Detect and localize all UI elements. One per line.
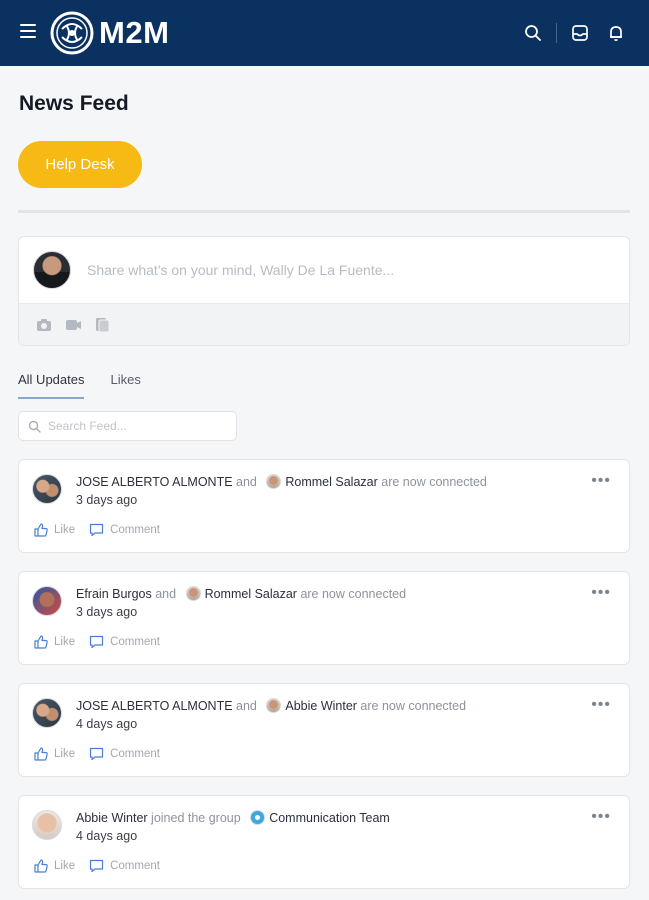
target-name[interactable]: Rommel Salazar (285, 475, 377, 489)
comment-icon (90, 859, 104, 873)
camera-icon[interactable] (35, 316, 53, 334)
comment-icon (90, 635, 104, 649)
activity-verb: are now connected (360, 699, 467, 713)
more-options-icon[interactable]: ••• (591, 472, 611, 490)
activity-conjunction: and (155, 587, 177, 601)
top-navigation-bar: M2M (0, 0, 649, 66)
like-label: Like (54, 636, 76, 648)
group-avatar (250, 810, 266, 825)
comment-label: Comment (110, 860, 160, 872)
comment-button[interactable]: Comment (89, 859, 160, 873)
like-button[interactable]: Like (34, 523, 75, 537)
comment-button[interactable]: Comment (89, 523, 160, 537)
avatar[interactable] (32, 474, 62, 504)
activity-conjunction: joined the group (151, 811, 241, 825)
comment-label: Comment (110, 748, 160, 760)
actor-name[interactable]: Abbie Winter (76, 811, 148, 825)
tab-likes[interactable]: Likes (110, 372, 140, 399)
section-divider (18, 210, 630, 213)
help-desk-button[interactable]: Help Desk (18, 141, 142, 188)
feed-item: JOSE ALBERTO ALMONTE and Rommel Salazar … (18, 459, 630, 553)
comment-button[interactable]: Comment (89, 747, 160, 761)
like-label: Like (54, 748, 76, 760)
target-avatar (266, 474, 282, 489)
logo-text: M2M (99, 15, 170, 50)
activity-conjunction: and (236, 475, 257, 489)
like-button[interactable]: Like (34, 635, 75, 649)
timestamp: 3 days ago (76, 605, 138, 619)
comment-label: Comment (110, 636, 160, 648)
search-icon[interactable] (522, 22, 544, 44)
feed-item: JOSE ALBERTO ALMONTE and Abbie Winter ar… (18, 683, 630, 777)
group-name[interactable]: Communication Team (269, 811, 390, 825)
thumbs-up-icon (34, 859, 48, 873)
post-composer (18, 236, 630, 346)
comment-button[interactable]: Comment (89, 635, 160, 649)
like-label: Like (54, 524, 76, 536)
document-icon[interactable] (93, 316, 111, 334)
feed-item: Efrain Burgos and Rommel Salazar are now… (18, 571, 630, 665)
comment-icon (90, 523, 104, 537)
like-label: Like (54, 860, 76, 872)
comment-icon (90, 747, 104, 761)
more-options-icon[interactable]: ••• (591, 584, 611, 602)
thumbs-up-icon (34, 635, 48, 649)
search-icon (28, 420, 41, 433)
inbox-icon[interactable] (569, 22, 591, 44)
feed-item: Abbie Winter joined the group Communicat… (18, 795, 630, 889)
target-name[interactable]: Rommel Salazar (205, 587, 297, 601)
actor-name[interactable]: JOSE ALBERTO ALMONTE (76, 475, 233, 489)
avatar[interactable] (32, 810, 62, 840)
feed-search (18, 411, 237, 441)
target-name[interactable]: Abbie Winter (285, 699, 357, 713)
actor-name[interactable]: Efrain Burgos (76, 587, 152, 601)
bell-icon[interactable] (605, 22, 627, 44)
feed-tabs: All Updates Likes (18, 372, 167, 399)
thumbs-up-icon (34, 747, 48, 761)
globe-logo-icon (50, 11, 94, 55)
activity-conjunction: and (236, 699, 257, 713)
post-input[interactable] (87, 262, 587, 278)
activity-verb: are now connected (381, 475, 487, 489)
menu-icon[interactable] (20, 24, 36, 38)
video-icon[interactable] (64, 316, 82, 334)
search-input[interactable] (48, 419, 228, 433)
header-divider (556, 23, 557, 43)
brand-logo[interactable]: M2M (50, 11, 169, 55)
comment-label: Comment (110, 524, 160, 536)
target-avatar (185, 586, 201, 601)
actor-name[interactable]: JOSE ALBERTO ALMONTE (76, 699, 233, 713)
page-title: News Feed (19, 92, 129, 115)
activity-verb: are now connected (300, 587, 407, 601)
user-avatar[interactable] (33, 251, 71, 289)
tab-all-updates[interactable]: All Updates (18, 372, 85, 399)
avatar[interactable] (32, 698, 62, 728)
target-avatar (266, 698, 282, 713)
like-button[interactable]: Like (34, 747, 75, 761)
timestamp: 4 days ago (76, 829, 138, 843)
timestamp: 4 days ago (76, 717, 138, 731)
more-options-icon[interactable]: ••• (591, 808, 611, 826)
avatar[interactable] (32, 586, 62, 616)
more-options-icon[interactable]: ••• (591, 696, 611, 714)
thumbs-up-icon (34, 523, 48, 537)
like-button[interactable]: Like (34, 859, 75, 873)
timestamp: 3 days ago (76, 493, 138, 507)
